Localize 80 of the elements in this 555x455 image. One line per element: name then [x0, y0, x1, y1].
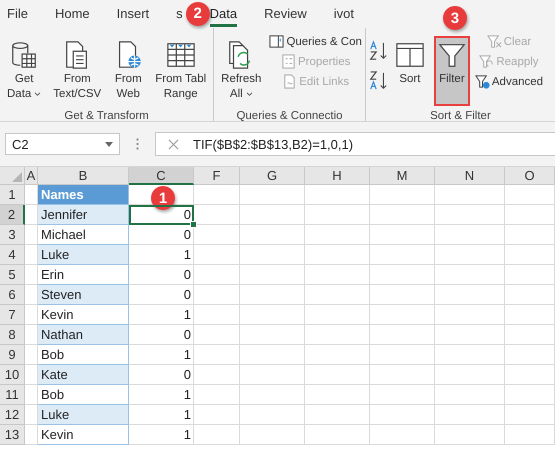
- ribbon-button[interactable]: Advanced: [474, 73, 544, 90]
- table-cell-text: 0: [182, 366, 192, 384]
- table-cell: Steven: [38, 285, 129, 305]
- column-header[interactable]: M: [370, 167, 435, 185]
- link-document-icon: [282, 74, 298, 89]
- table-cell: Nathan: [38, 325, 129, 345]
- ribbon-tab[interactable]: ivot: [334, 2, 354, 26]
- column-header[interactable]: C: [129, 167, 194, 185]
- callout-badge: 2: [186, 2, 210, 26]
- clear-filter-icon: [486, 34, 502, 49]
- ribbon-tab[interactable]: Home: [54, 2, 90, 26]
- ribbon-tab[interactable]: File: [7, 2, 28, 26]
- row-header[interactable]: 5: [0, 265, 25, 285]
- ribbon-button[interactable]: Sort: [392, 36, 428, 106]
- table-cell-text: 1: [182, 426, 192, 444]
- sort-ascending-icon[interactable]: [368, 40, 388, 62]
- row-header[interactable]: 7: [0, 305, 25, 325]
- row-header[interactable]: 12: [0, 405, 25, 425]
- row-header[interactable]: 2: [0, 205, 25, 225]
- table-cell-text: 0: [182, 326, 192, 344]
- ribbon-button[interactable]: Get Data: [4, 36, 44, 106]
- row-header[interactable]: 10: [0, 365, 25, 385]
- row-header[interactable]: 13: [0, 425, 25, 445]
- advanced-filter-icon: [474, 74, 490, 89]
- row-header[interactable]: 3: [0, 225, 25, 245]
- table-cell-text: 1: [182, 386, 192, 404]
- row-header[interactable]: 8: [0, 325, 25, 345]
- ribbon-tab[interactable]: s: [176, 2, 183, 26]
- ribbon-button[interactable]: From Web: [110, 36, 146, 106]
- grip-icon: [136, 138, 139, 150]
- group-label: Sort & Filter: [429, 110, 492, 124]
- table-icon: [166, 40, 196, 70]
- table-cell: Kate: [38, 365, 129, 385]
- ribbon-button[interactable]: From Text/CSV: [50, 36, 104, 106]
- table-cell-text: 1: [182, 406, 192, 424]
- ribbon-tab[interactable]: Insert: [116, 2, 150, 26]
- table-cell-text: 0: [182, 286, 192, 304]
- cancel-icon[interactable]: [168, 138, 179, 150]
- formula-field[interactable]: TIF($B$2:$B$13,B2)=1,0,1): [155, 132, 555, 156]
- table-cell-text: 1: [182, 246, 192, 264]
- reapply-icon: [479, 54, 494, 69]
- row-header[interactable]: 6: [0, 285, 25, 305]
- column-header[interactable]: H: [305, 167, 370, 185]
- sort-icon: [394, 40, 425, 70]
- group-label: Get & Transform: [63, 110, 150, 124]
- table-cell: Names: [38, 185, 129, 205]
- table-cell: Kevin: [38, 305, 129, 325]
- column-header[interactable]: B: [38, 167, 129, 185]
- name-box[interactable]: C2: [5, 133, 120, 155]
- table-cell: Kevin: [38, 425, 129, 445]
- sort-descending-icon[interactable]: [368, 70, 388, 92]
- table-cell: Bob: [38, 385, 129, 405]
- table-cell-text: 1: [182, 306, 192, 324]
- column-header[interactable]: F: [194, 167, 240, 185]
- list-icon: [280, 54, 296, 69]
- table-cell: Jennifer: [38, 205, 129, 225]
- column-header[interactable]: A: [25, 167, 38, 185]
- ribbon-button[interactable]: Filter: [434, 36, 470, 106]
- table-cell: Luke: [38, 245, 129, 265]
- table-cell: Luke: [38, 405, 129, 425]
- caret-icon: [105, 142, 113, 146]
- column-header[interactable]: N: [435, 167, 505, 185]
- panel-icon: [269, 34, 284, 49]
- ribbon-button[interactable]: Queries & Con: [268, 33, 363, 50]
- row-header[interactable]: 9: [0, 345, 25, 365]
- table-cell-text: 1: [182, 346, 192, 364]
- table-cell-text: 0: [182, 266, 192, 284]
- column-header[interactable]: O: [505, 167, 555, 185]
- table-cell-text: 0: [182, 226, 192, 244]
- table-cell: Erin: [38, 265, 129, 285]
- table-cell: Bob: [38, 345, 129, 365]
- row-header[interactable]: 1: [0, 185, 25, 205]
- group-label: Queries & Connectio: [235, 110, 344, 124]
- ribbon-tab[interactable]: Review: [264, 2, 307, 26]
- ribbon-button[interactable]: From Tabl Range: [152, 36, 210, 106]
- row-header[interactable]: 4: [0, 245, 25, 265]
- row-header[interactable]: 11: [0, 385, 25, 405]
- table-cell: Michael: [38, 225, 129, 245]
- column-header[interactable]: G: [240, 167, 305, 185]
- ribbon-button[interactable]: Refresh All: [218, 36, 264, 106]
